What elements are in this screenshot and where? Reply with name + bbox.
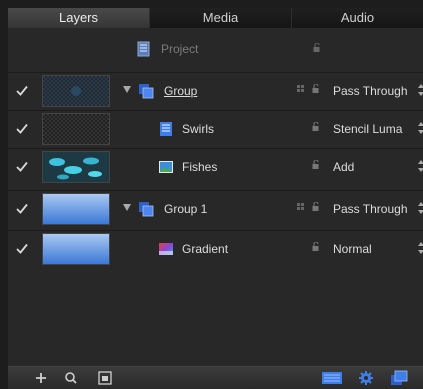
group-icon: [139, 202, 154, 217]
layer-name[interactable]: Swirls: [182, 122, 214, 136]
enable-checkbox[interactable]: [16, 123, 28, 135]
bottom-toolbar: [8, 366, 423, 389]
disclosure-triangle-icon[interactable]: [123, 204, 131, 211]
layer-name[interactable]: Group 1: [164, 202, 207, 216]
tab-audio[interactable]: Audio: [292, 8, 423, 28]
thumbnail-view-icon[interactable]: [321, 370, 343, 386]
layer-thumbnail: [42, 193, 110, 225]
layer-name[interactable]: Gradient: [182, 242, 228, 256]
blend-mode-stepper-icon[interactable]: [418, 120, 423, 136]
lock-icon[interactable]: [312, 202, 322, 212]
enable-checkbox[interactable]: [16, 161, 28, 173]
enable-checkbox[interactable]: [16, 243, 28, 255]
layer-row-fishes[interactable]: Fishes Add: [8, 148, 423, 186]
blend-mode-stepper-icon[interactable]: [418, 240, 423, 256]
thumbnail-toggle-icon[interactable]: [96, 370, 114, 386]
layers-list: Project Group Pass Through Swirls Stenci…: [8, 28, 423, 366]
tab-media[interactable]: Media: [150, 8, 292, 28]
enable-checkbox[interactable]: [16, 203, 28, 215]
layer-name[interactable]: Group: [164, 84, 197, 98]
search-icon[interactable]: [62, 370, 80, 386]
grouping-icon[interactable]: [297, 203, 308, 211]
lock-icon[interactable]: [313, 43, 323, 53]
disclosure-triangle-icon[interactable]: [123, 86, 131, 93]
group-icon: [139, 84, 154, 99]
project-row[interactable]: Project: [8, 36, 423, 64]
lock-icon[interactable]: [312, 160, 322, 170]
layer-name[interactable]: Fishes: [182, 160, 217, 174]
blend-mode-value[interactable]: Normal: [333, 242, 372, 256]
image-icon: [159, 161, 173, 173]
blend-mode-stepper-icon[interactable]: [418, 200, 423, 216]
project-icon: [137, 41, 150, 57]
enable-checkbox[interactable]: [16, 85, 28, 97]
layer-row-swirls[interactable]: Swirls Stencil Luma: [8, 110, 423, 148]
layer-thumbnail: [42, 151, 110, 183]
add-icon[interactable]: [32, 370, 50, 386]
lock-icon[interactable]: [312, 122, 322, 132]
fishes-image: [43, 152, 109, 182]
gear-icon[interactable]: [357, 370, 375, 386]
blend-mode-value[interactable]: Pass Through: [333, 202, 408, 216]
layer-row-group-1[interactable]: Group 1 Pass Through: [8, 190, 423, 228]
layer-thumbnail: [42, 75, 110, 107]
layer-icon: [160, 122, 172, 136]
blend-mode-value[interactable]: Add: [333, 160, 354, 174]
tab-layers[interactable]: Layers: [8, 8, 150, 28]
layer-thumbnail: [42, 113, 110, 145]
grouping-icon[interactable]: [297, 85, 308, 93]
gradient-icon: [159, 243, 173, 255]
layer-row-group[interactable]: Group Pass Through: [8, 72, 423, 110]
tab-bar: Layers Media Audio: [8, 8, 423, 28]
project-label: Project: [161, 42, 199, 56]
blend-mode-stepper-icon[interactable]: [418, 158, 423, 174]
checker-pattern: [43, 76, 109, 106]
checker-pattern: [43, 114, 109, 144]
blend-mode-stepper-icon[interactable]: [418, 82, 423, 98]
blend-mode-value[interactable]: Pass Through: [333, 84, 408, 98]
layer-thumbnail: [42, 233, 110, 265]
layer-row-gradient[interactable]: Gradient Normal: [8, 230, 423, 268]
blend-mode-value[interactable]: Stencil Luma: [333, 122, 402, 136]
lock-icon[interactable]: [312, 242, 322, 252]
lock-icon[interactable]: [312, 84, 322, 94]
layers-mask-icon[interactable]: [390, 370, 408, 386]
